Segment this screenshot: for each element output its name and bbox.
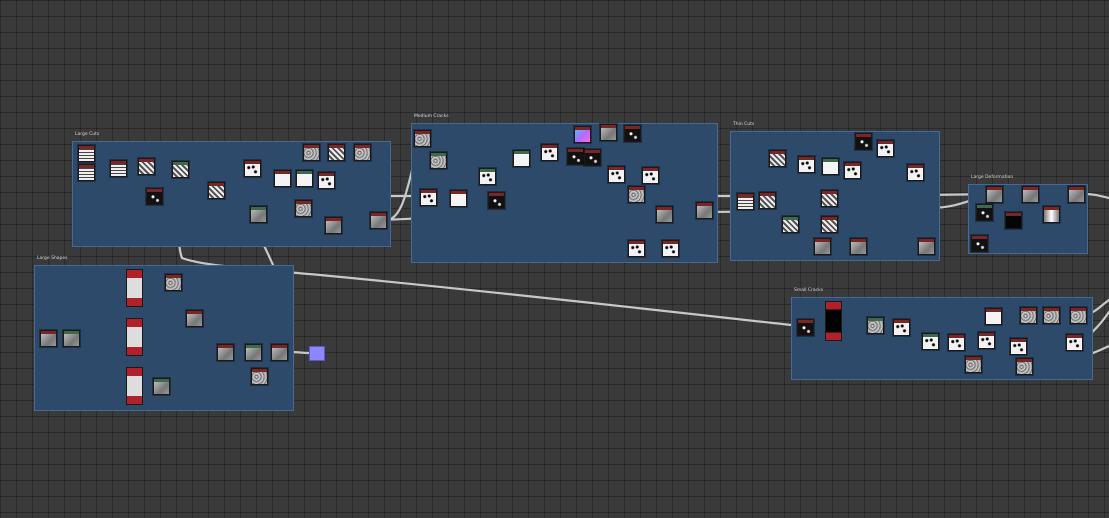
graph-node[interactable]	[798, 156, 815, 173]
graph-node[interactable]	[877, 140, 894, 157]
graph-node[interactable]	[78, 145, 95, 162]
graph-node[interactable]	[513, 150, 530, 167]
output-node[interactable]	[309, 346, 325, 361]
graph-node[interactable]	[978, 332, 995, 349]
graph-node[interactable]	[250, 206, 267, 223]
graph-node[interactable]	[855, 133, 872, 150]
graph-node[interactable]	[1016, 358, 1033, 375]
graph-node-tall[interactable]	[126, 367, 143, 405]
graph-node[interactable]	[354, 144, 371, 161]
graph-node[interactable]	[965, 356, 982, 373]
graph-node[interactable]	[414, 130, 431, 147]
graph-node[interactable]	[850, 238, 867, 255]
graph-node[interactable]	[567, 148, 584, 165]
frame-title: Large Deformation	[971, 175, 1014, 180]
graph-node[interactable]	[1010, 338, 1027, 355]
frame-title: Medium Cracks	[414, 114, 449, 119]
graph-node[interactable]	[274, 170, 291, 187]
graph-node[interactable]	[976, 204, 993, 221]
graph-node[interactable]	[574, 126, 591, 143]
graph-node[interactable]	[782, 216, 799, 233]
graph-node[interactable]	[541, 144, 558, 161]
graph-node[interactable]	[922, 333, 939, 350]
graph-node[interactable]	[642, 167, 659, 184]
graph-node[interactable]	[867, 317, 884, 334]
graph-node[interactable]	[821, 216, 838, 233]
graph-node[interactable]	[1043, 206, 1060, 223]
frame-title: Thin Cuts	[733, 122, 755, 127]
graph-node-tall[interactable]	[126, 318, 143, 356]
graph-node[interactable]	[759, 192, 776, 209]
graph-node[interactable]	[814, 238, 831, 255]
graph-node[interactable]	[295, 200, 312, 217]
graph-node[interactable]	[40, 330, 57, 347]
graph-node[interactable]	[325, 217, 342, 234]
graph-node[interactable]	[318, 172, 335, 189]
graph-node[interactable]	[893, 319, 910, 336]
graph-node[interactable]	[172, 161, 189, 178]
graph-node[interactable]	[245, 344, 262, 361]
graph-node[interactable]	[479, 168, 496, 185]
graph-node[interactable]	[328, 144, 345, 161]
frame-title: Large Cuts	[75, 132, 100, 137]
graph-node[interactable]	[217, 344, 234, 361]
graph-node[interactable]	[271, 344, 288, 361]
graph-node[interactable]	[296, 170, 313, 187]
graph-node[interactable]	[110, 160, 127, 177]
graph-node[interactable]	[737, 193, 754, 210]
graph-node[interactable]	[608, 166, 625, 183]
graph-node[interactable]	[971, 235, 988, 252]
graph-node[interactable]	[584, 149, 601, 166]
graph-node[interactable]	[656, 206, 673, 223]
graph-node-tall[interactable]	[825, 301, 842, 341]
graph-node[interactable]	[303, 144, 320, 161]
frame-title: Small Cracks	[794, 288, 824, 293]
graph-node[interactable]	[370, 212, 387, 229]
graph-node[interactable]	[430, 152, 447, 169]
graph-node[interactable]	[844, 162, 861, 179]
graph-node[interactable]	[948, 334, 965, 351]
graph-node[interactable]	[696, 202, 713, 219]
graph-node[interactable]	[488, 192, 505, 209]
graph-node[interactable]	[628, 240, 645, 257]
graph-node[interactable]	[208, 182, 225, 199]
graph-node[interactable]	[1066, 334, 1083, 351]
graph-node[interactable]	[986, 186, 1003, 203]
graph-node[interactable]	[1068, 186, 1085, 203]
graph-node[interactable]	[153, 378, 170, 395]
graph-node[interactable]	[1020, 307, 1037, 324]
graph-node-tall[interactable]	[126, 269, 143, 307]
graph-node[interactable]	[662, 240, 679, 257]
graph-node[interactable]	[420, 189, 437, 206]
graph-node[interactable]	[1022, 186, 1039, 203]
graph-node[interactable]	[822, 158, 839, 175]
graph-node[interactable]	[450, 190, 467, 207]
graph-node[interactable]	[1070, 307, 1087, 324]
graph-node[interactable]	[628, 186, 645, 203]
graph-node[interactable]	[78, 164, 95, 181]
graph-node[interactable]	[907, 164, 924, 181]
graph-node[interactable]	[797, 319, 814, 336]
graph-node[interactable]	[165, 274, 182, 291]
graph-node[interactable]	[244, 160, 261, 177]
graph-node[interactable]	[1043, 307, 1060, 324]
graph-node[interactable]	[600, 124, 617, 141]
node-graph-canvas[interactable]: Large Cuts Large Shapes Medium Cracks Th…	[0, 0, 1109, 518]
graph-node[interactable]	[63, 330, 80, 347]
frame-title: Large Shapes	[37, 256, 68, 261]
graph-node[interactable]	[821, 190, 838, 207]
graph-node[interactable]	[918, 238, 935, 255]
graph-node[interactable]	[138, 158, 155, 175]
graph-node[interactable]	[769, 150, 786, 167]
graph-node[interactable]	[985, 308, 1002, 325]
graph-node[interactable]	[251, 368, 268, 385]
graph-node[interactable]	[1005, 212, 1022, 229]
graph-node[interactable]	[186, 310, 203, 327]
graph-node[interactable]	[146, 188, 163, 205]
graph-node[interactable]	[624, 125, 641, 142]
